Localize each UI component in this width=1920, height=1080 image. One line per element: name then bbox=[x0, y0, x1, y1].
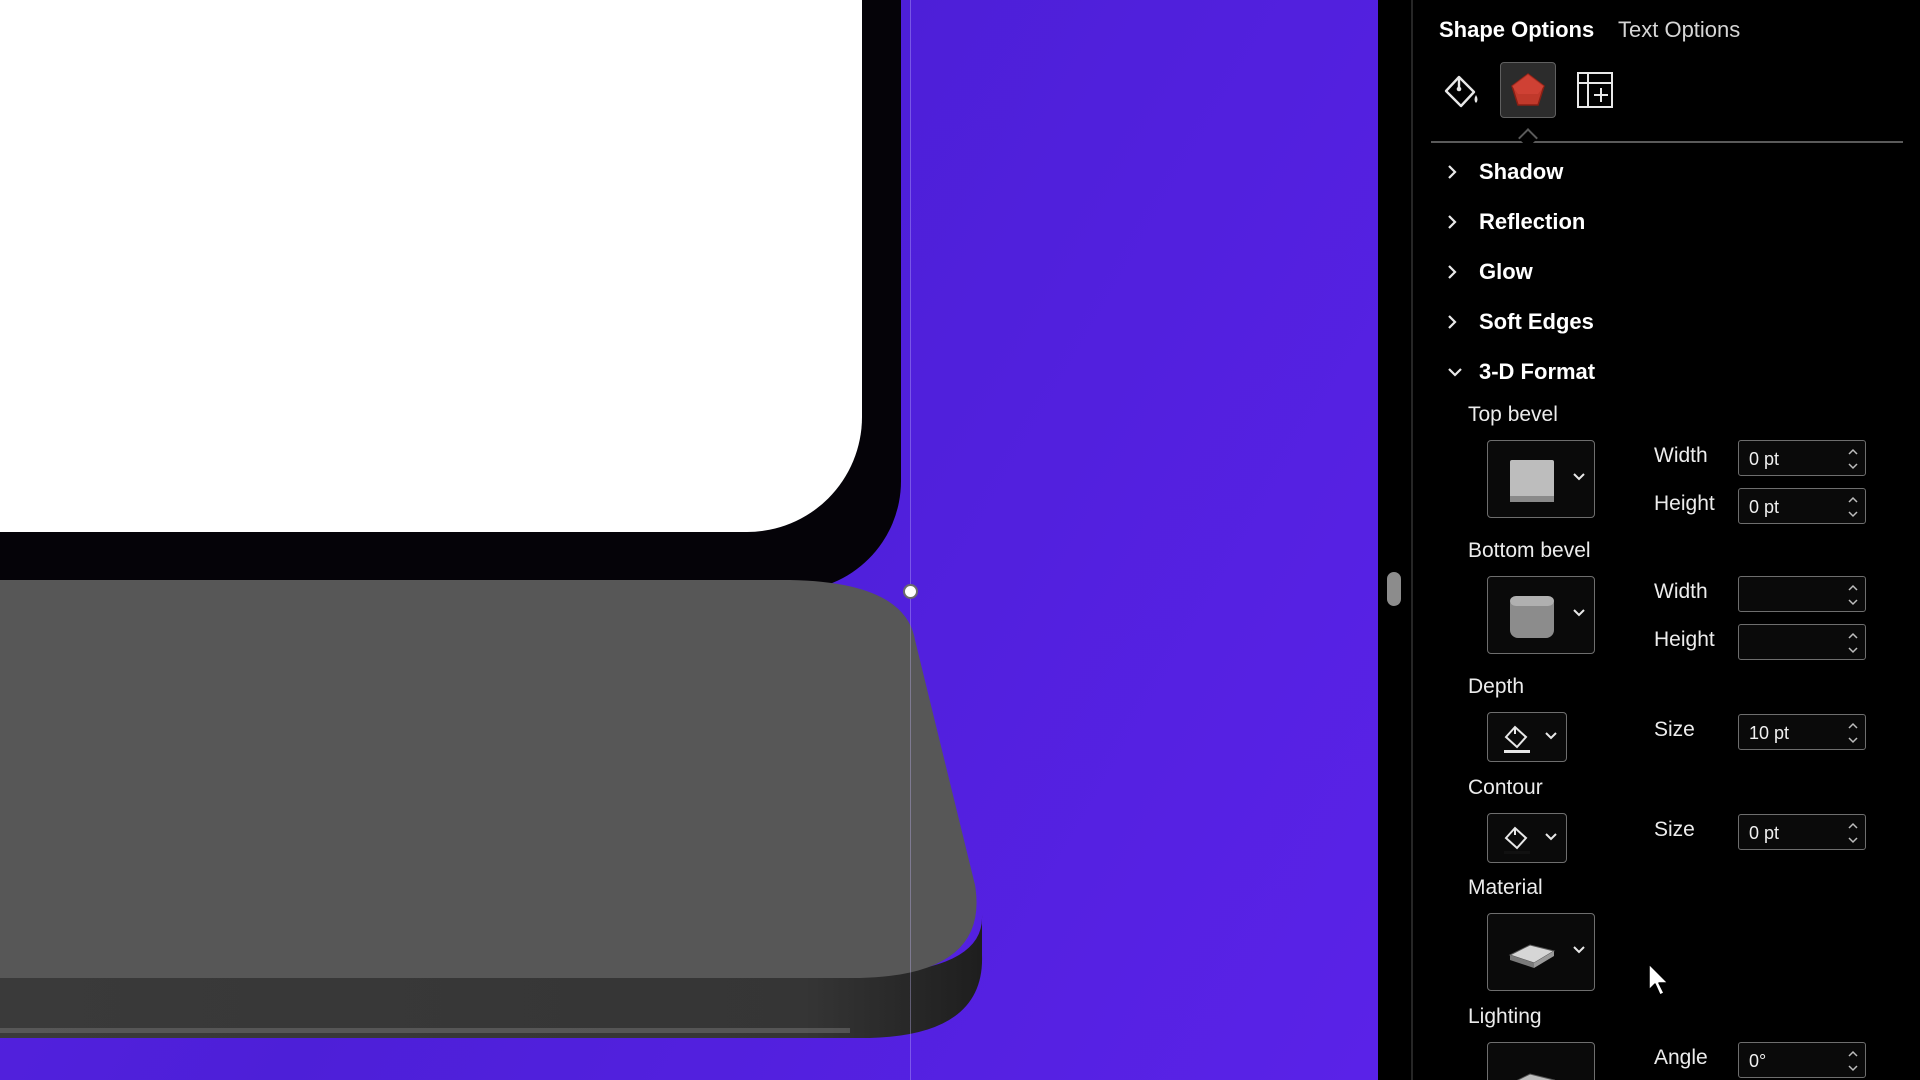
selection-handle[interactable] bbox=[903, 584, 918, 599]
selected-category-pointer bbox=[1518, 128, 1538, 148]
laptop-screen-display[interactable] bbox=[0, 0, 862, 532]
lighting-angle-input[interactable]: 0° bbox=[1738, 1042, 1866, 1078]
slide-canvas[interactable] bbox=[0, 0, 1380, 1080]
bevel-preview-icon bbox=[1510, 460, 1554, 502]
lighting-angle-label: Angle bbox=[1654, 1046, 1708, 1069]
top-bevel-width-label: Width bbox=[1654, 444, 1708, 467]
contour-size-input[interactable]: 0 pt bbox=[1738, 814, 1866, 850]
section-shadow[interactable]: Shadow bbox=[1446, 157, 1563, 187]
bottom-bevel-width-input[interactable] bbox=[1738, 576, 1866, 612]
pane-scrollbar-thumb[interactable] bbox=[1387, 572, 1401, 606]
bottom-bevel-height-input[interactable] bbox=[1738, 624, 1866, 660]
contour-label: Contour bbox=[1468, 776, 1543, 799]
spin-arrows-icon[interactable] bbox=[1847, 445, 1859, 473]
spin-arrows-icon[interactable] bbox=[1847, 819, 1859, 847]
depth-color-dropdown[interactable] bbox=[1487, 712, 1567, 762]
material-label: Material bbox=[1468, 876, 1543, 899]
effects-button[interactable] bbox=[1500, 62, 1556, 118]
chevron-right-icon bbox=[1448, 215, 1457, 229]
laptop-keyboard-base[interactable] bbox=[0, 580, 1000, 1050]
top-bevel-label: Top bevel bbox=[1468, 403, 1558, 426]
section-glow[interactable]: Glow bbox=[1446, 257, 1533, 287]
contour-size-label: Size bbox=[1654, 818, 1695, 841]
format-shape-pane: Shape Options Text Options Shadow Reflec… bbox=[1413, 0, 1920, 1080]
chevron-down-icon bbox=[1573, 946, 1585, 954]
chevron-down-icon bbox=[1573, 609, 1585, 617]
bevel-preview-icon bbox=[1510, 596, 1554, 638]
chevron-right-icon bbox=[1448, 315, 1457, 329]
depth-size-label: Size bbox=[1654, 718, 1695, 741]
spin-arrows-icon[interactable] bbox=[1847, 719, 1859, 747]
section-reflection[interactable]: Reflection bbox=[1446, 207, 1585, 237]
section-label: Shadow bbox=[1479, 159, 1564, 184]
spin-arrows-icon[interactable] bbox=[1847, 629, 1859, 657]
size-and-properties-button[interactable] bbox=[1567, 62, 1623, 118]
paint-bucket-icon bbox=[1504, 826, 1530, 854]
depth-label: Depth bbox=[1468, 675, 1525, 698]
tab-text-options[interactable]: Text Options bbox=[1618, 17, 1740, 43]
alignment-guide-line bbox=[910, 0, 911, 1080]
bottom-bevel-width-label: Width bbox=[1654, 580, 1708, 603]
section-3d-format[interactable]: 3-D Format bbox=[1446, 357, 1595, 387]
chevron-down-icon bbox=[1573, 473, 1585, 481]
section-label: Soft Edges bbox=[1479, 309, 1594, 334]
lighting-dropdown[interactable] bbox=[1487, 1042, 1595, 1080]
bottom-bevel-dropdown[interactable] bbox=[1487, 576, 1595, 654]
pentagon-icon bbox=[1511, 73, 1545, 106]
section-label: 3-D Format bbox=[1479, 359, 1596, 384]
paint-bucket-icon bbox=[1444, 75, 1478, 108]
size-properties-icon bbox=[1577, 72, 1613, 108]
top-bevel-height-input[interactable]: 0 pt bbox=[1738, 488, 1866, 524]
section-label: Reflection bbox=[1479, 209, 1586, 234]
top-bevel-width-input[interactable]: 0 pt bbox=[1738, 440, 1866, 476]
paint-bucket-icon bbox=[1504, 725, 1530, 753]
chevron-down-icon bbox=[1545, 833, 1557, 841]
bottom-bevel-label: Bottom bevel bbox=[1468, 539, 1591, 562]
fill-and-line-button[interactable] bbox=[1433, 62, 1489, 118]
bottom-bevel-height-label: Height bbox=[1654, 628, 1715, 651]
spin-arrows-icon[interactable] bbox=[1847, 493, 1859, 521]
spin-arrows-icon[interactable] bbox=[1847, 1047, 1859, 1075]
contour-color-dropdown[interactable] bbox=[1487, 813, 1567, 863]
category-divider bbox=[1431, 141, 1903, 143]
lighting-preview-icon bbox=[1516, 1073, 1556, 1080]
chevron-right-icon bbox=[1448, 165, 1457, 179]
material-dropdown[interactable] bbox=[1487, 913, 1595, 991]
mouse-cursor-icon bbox=[1648, 963, 1669, 996]
section-label: Glow bbox=[1479, 259, 1533, 284]
material-preview-icon bbox=[1508, 944, 1556, 968]
pane-scrollbar-track[interactable] bbox=[1378, 0, 1412, 1080]
spin-arrows-icon[interactable] bbox=[1847, 581, 1859, 609]
tab-shape-options[interactable]: Shape Options bbox=[1439, 17, 1594, 43]
chevron-down-icon bbox=[1545, 732, 1557, 740]
top-bevel-height-label: Height bbox=[1654, 492, 1715, 515]
chevron-down-icon bbox=[1448, 368, 1462, 377]
chevron-right-icon bbox=[1448, 265, 1457, 279]
lighting-label: Lighting bbox=[1468, 1005, 1542, 1028]
section-soft-edges[interactable]: Soft Edges bbox=[1446, 307, 1594, 337]
top-bevel-dropdown[interactable] bbox=[1487, 440, 1595, 518]
depth-size-input[interactable]: 10 pt bbox=[1738, 714, 1866, 750]
